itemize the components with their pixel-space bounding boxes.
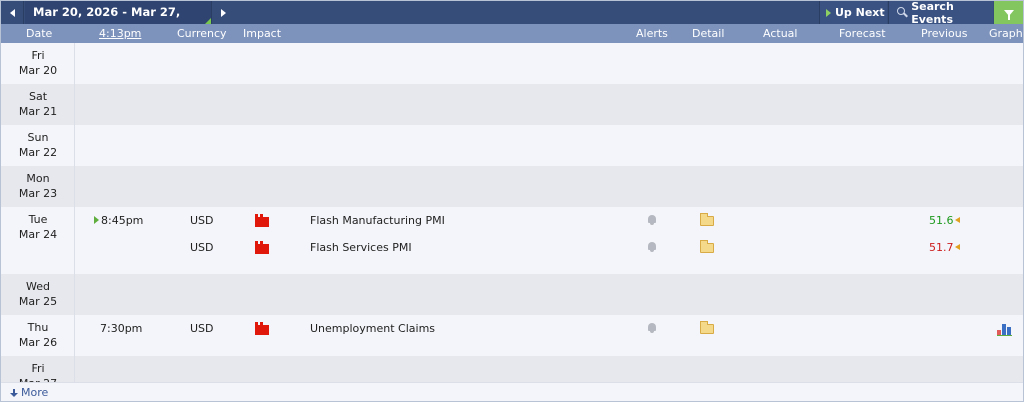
day-label: Sat Mar 21	[1, 84, 75, 125]
event-previous: 51.7	[929, 241, 954, 254]
day-label: Wed Mar 25	[1, 274, 75, 315]
day-date: Mar 24	[18, 228, 58, 241]
event-title[interactable]: Unemployment Claims	[310, 315, 435, 342]
day-label: Fri Mar 20	[1, 43, 75, 84]
bell-icon[interactable]	[647, 215, 657, 225]
day-label: Thu Mar 26	[1, 315, 75, 356]
day-weekday: Sat	[28, 90, 48, 103]
day-label: Sun Mar 22	[1, 125, 75, 166]
play-icon	[94, 216, 99, 224]
arrow-down-icon	[10, 388, 18, 398]
event-currency: USD	[190, 322, 214, 335]
day-row: Fri Mar 20	[1, 43, 1023, 84]
event-row[interactable]: USD Flash Services PMI 51.7	[75, 234, 1023, 261]
event-currency: USD	[190, 214, 214, 227]
day-date: Mar 20	[18, 64, 58, 77]
event-title[interactable]: Flash Services PMI	[310, 234, 412, 261]
folder-icon[interactable]	[700, 321, 714, 334]
day-weekday: Sun	[27, 131, 49, 144]
high-impact-folder-icon	[255, 241, 269, 254]
day-label: Mon Mar 23	[1, 166, 75, 207]
header-impact: Impact	[243, 27, 282, 40]
filter-icon	[1003, 9, 1014, 20]
calendar-toolbar: Mar 20, 2026 - Mar 27, 2026 Up Next Sear…	[1, 0, 1023, 42]
day-row: Sat Mar 21	[1, 84, 1023, 125]
day-row: Sun Mar 22	[1, 125, 1023, 166]
day-date: Mar 21	[18, 105, 58, 118]
day-label: Tue Mar 24	[1, 207, 75, 274]
bell-icon[interactable]	[647, 242, 657, 252]
chevron-left-icon	[9, 8, 15, 17]
event-time-cell: 7:30pm	[100, 315, 142, 342]
day-date: Mar 25	[18, 295, 58, 308]
header-date: Date	[26, 27, 53, 40]
header-time-toggle[interactable]: 4:13pm	[99, 24, 141, 43]
play-icon	[826, 8, 831, 17]
event-currency: USD	[190, 241, 214, 254]
day-weekday: Wed	[26, 280, 50, 293]
day-date: Mar 22	[18, 146, 58, 159]
more-link[interactable]: More	[10, 383, 48, 402]
event-previous-cell: 51.7	[929, 234, 960, 261]
event-time-cell: 8:45pm	[94, 207, 143, 234]
revised-marker-icon	[954, 217, 960, 223]
search-events-button[interactable]: Search Events	[888, 0, 993, 26]
filter-button[interactable]	[994, 1, 1023, 24]
day-date: Mar 23	[18, 187, 58, 200]
high-impact-folder-icon	[255, 214, 269, 227]
bell-icon[interactable]	[647, 323, 657, 333]
header-forecast: Forecast	[839, 27, 886, 40]
header-currency: Currency	[177, 27, 227, 40]
event-time: 8:45pm	[101, 214, 144, 227]
folder-icon[interactable]	[700, 240, 714, 253]
day-weekday: Tue	[28, 213, 48, 226]
day-row: Thu Mar 26 7:30pm USD Unemployment Claims	[1, 315, 1023, 356]
up-next-button[interactable]: Up Next	[819, 1, 887, 24]
day-weekday: Mon	[26, 172, 50, 185]
previous-week-button[interactable]	[1, 1, 24, 24]
search-events-label: Search Events	[911, 0, 954, 26]
day-weekday: Fri	[31, 49, 45, 62]
day-weekday: Fri	[31, 362, 45, 375]
high-impact-folder-icon	[255, 322, 269, 335]
revised-marker-icon	[954, 244, 960, 250]
header-alerts: Alerts	[636, 27, 668, 40]
column-header-row: Date 4:13pm Currency Impact Alerts Detai…	[1, 24, 1023, 43]
economic-calendar: Mar 20, 2026 - Mar 27, 2026 Up Next Sear…	[0, 0, 1024, 402]
folder-icon[interactable]	[700, 213, 714, 226]
more-label: More	[21, 386, 49, 399]
day-row: Wed Mar 25	[1, 274, 1023, 315]
header-actual: Actual	[763, 27, 798, 40]
day-row: Tue Mar 24 8:45pm USD Flash Manufacturing PM…	[1, 207, 1023, 274]
date-range-selector[interactable]: Mar 20, 2026 - Mar 27, 2026	[25, 1, 211, 42]
up-next-label: Up Next	[835, 6, 885, 19]
day-date: Mar 26	[18, 336, 58, 349]
day-weekday: Thu	[27, 321, 49, 334]
event-previous: 51.6	[929, 214, 954, 227]
event-title[interactable]: Flash Manufacturing PMI	[310, 207, 445, 234]
header-detail: Detail	[692, 27, 725, 40]
calendar-footer: More	[1, 382, 1023, 401]
chevron-right-icon	[220, 8, 226, 17]
header-graph: Graph	[989, 27, 1023, 40]
event-row[interactable]: 8:45pm USD Flash Manufacturing PMI 51.6	[75, 207, 1023, 234]
header-previous: Previous	[921, 27, 968, 40]
search-icon	[897, 7, 908, 18]
bar-chart-icon[interactable]	[997, 322, 1013, 336]
day-row: Mon Mar 23	[1, 166, 1023, 207]
event-previous-cell: 51.6	[929, 207, 960, 234]
event-time: 7:30pm	[100, 322, 143, 335]
next-week-button[interactable]	[211, 1, 234, 24]
event-row[interactable]: 7:30pm USD Unemployment Claims	[75, 315, 1023, 342]
